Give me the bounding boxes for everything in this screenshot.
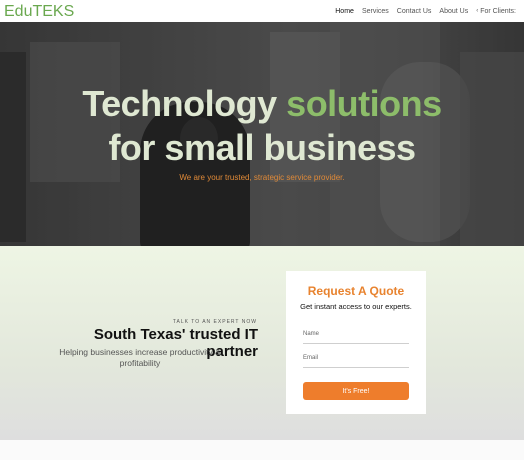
- nav-about-us[interactable]: About Us: [435, 8, 472, 15]
- hero-title-plain: Technology: [82, 83, 277, 124]
- quote-form-card: Request A Quote Get instant access to ou…: [286, 271, 426, 414]
- eduteks-logo: EduTEKS: [4, 3, 74, 20]
- eyebrow-label: TALK TO AN EXPERT NOW: [172, 319, 257, 325]
- svg-text:EduTEKS: EduTEKS: [4, 3, 74, 20]
- hero-subtitle: We are your trusted, strategic service p…: [179, 173, 345, 182]
- name-field[interactable]: Name: [303, 328, 409, 344]
- logo[interactable]: EduTEKS: [4, 1, 86, 21]
- site-header: EduTEKS Home Services Contact Us About U…: [0, 0, 524, 22]
- nav-services[interactable]: Services: [358, 8, 393, 15]
- nav-home[interactable]: Home: [331, 8, 358, 15]
- expert-section: TALK TO AN EXPERT NOW South Texas' trust…: [0, 246, 524, 440]
- nav-for-clients[interactable]: ‹ For Clients:: [472, 8, 520, 15]
- nav-contact-us[interactable]: Contact Us: [393, 8, 436, 15]
- footer-strip: [0, 440, 524, 460]
- section-description: Helping businesses increase productivity…: [59, 347, 221, 368]
- hero-title-accent: solutions: [286, 83, 442, 124]
- main-nav: Home Services Contact Us About Us ‹ For …: [331, 0, 520, 22]
- hero-title-line2: for small business: [108, 127, 416, 168]
- quote-form-subtitle: Get instant access to our experts.: [300, 302, 412, 311]
- nav-for-clients-label: For Clients:: [480, 7, 516, 15]
- chevron-left-icon: ‹: [476, 8, 479, 14]
- hero-title: Technology solutions for small business: [0, 82, 524, 170]
- email-field[interactable]: Email: [303, 352, 409, 368]
- hero-section: Technology solutions for small business …: [0, 22, 524, 246]
- submit-quote-button[interactable]: It's Free!: [303, 382, 409, 400]
- quote-form-title: Request A Quote: [307, 284, 405, 298]
